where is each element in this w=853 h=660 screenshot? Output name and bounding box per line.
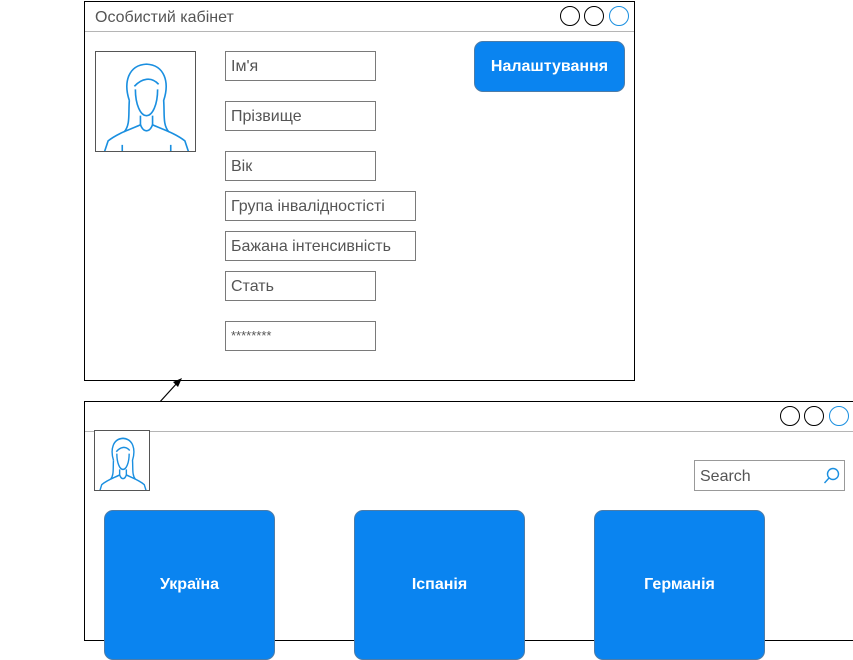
window-control-icon[interactable] [609,6,629,26]
country-tile-germany[interactable]: Германія [594,510,765,660]
window-control-icon[interactable] [780,406,800,426]
profile-avatar[interactable] [95,51,196,152]
search-box[interactable]: Search [694,460,845,491]
profile-window: Особистий кабінет Ім'я Прізвище Вік Груп… [84,1,635,381]
window-control-icon[interactable] [584,6,604,26]
age-field[interactable]: Вік [225,151,376,181]
surname-field[interactable]: Прізвище [225,101,376,131]
country-tile-ukraine[interactable]: Україна [104,510,275,660]
avatar-icon [103,63,190,151]
country-tile-spain[interactable]: Іспанія [354,510,525,660]
window-control-icon[interactable] [829,406,849,426]
profile-window-title: Особистий кабінет [95,9,234,26]
main-window-titlebar [85,402,853,432]
disability-group-field[interactable]: Група інвалідностісті [225,191,416,221]
profile-window-titlebar: Особистий кабінет [85,2,634,32]
user-avatar-button[interactable] [94,430,150,491]
settings-button[interactable]: Налаштування [474,41,625,92]
window-control-icon[interactable] [804,406,824,426]
password-field[interactable]: ******** [225,321,376,351]
avatar-icon [99,437,147,490]
gender-field[interactable]: Стать [225,271,376,301]
search-icon[interactable] [823,467,841,485]
name-field[interactable]: Ім'я [225,51,376,81]
desired-intensity-field[interactable]: Бажана інтенсивність [225,231,416,261]
search-input[interactable]: Search [700,468,751,486]
window-control-icon[interactable] [560,6,580,26]
